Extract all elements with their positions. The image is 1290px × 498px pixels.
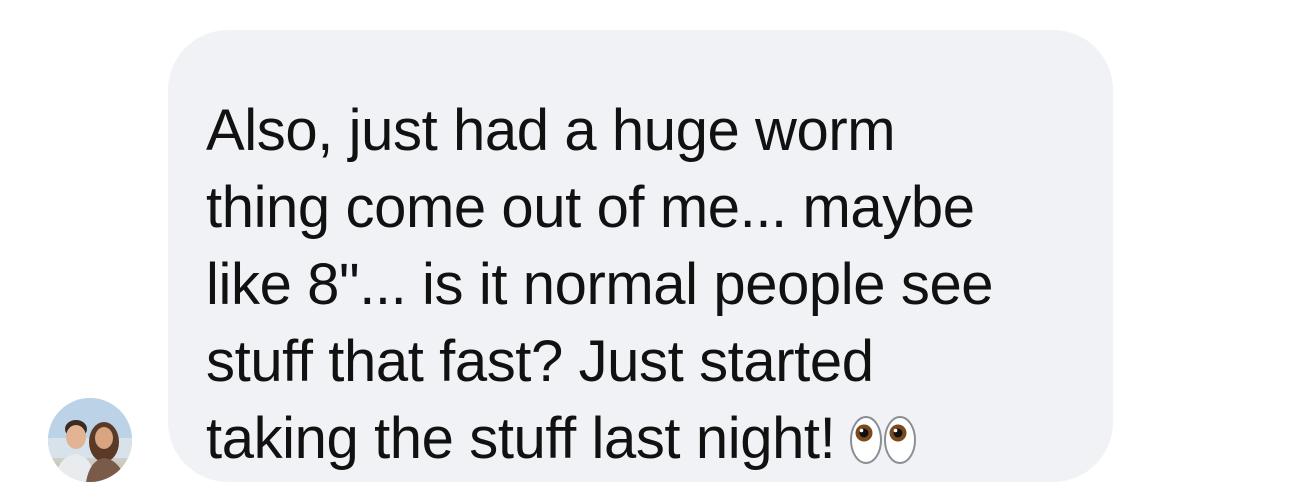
eyes-emoji-icon	[849, 414, 919, 466]
message-line-5: taking the stuff last night!	[206, 406, 836, 471]
message-line-2: thing come out of me... maybe	[206, 175, 975, 240]
message-line-4: stuff that fast? Just started	[206, 329, 874, 394]
message-text: Also, just had a huge worm thing come ou…	[206, 92, 1073, 477]
message-bubble[interactable]: Also, just had a huge worm thing come ou…	[168, 30, 1113, 482]
avatar-photo	[48, 398, 132, 482]
message-row: Also, just had a huge worm thing come ou…	[0, 0, 1290, 498]
message-line-3: like 8"... is it normal people see	[206, 252, 994, 317]
message-line-1: Also, just had a huge worm	[206, 98, 896, 163]
avatar[interactable]	[48, 398, 132, 482]
